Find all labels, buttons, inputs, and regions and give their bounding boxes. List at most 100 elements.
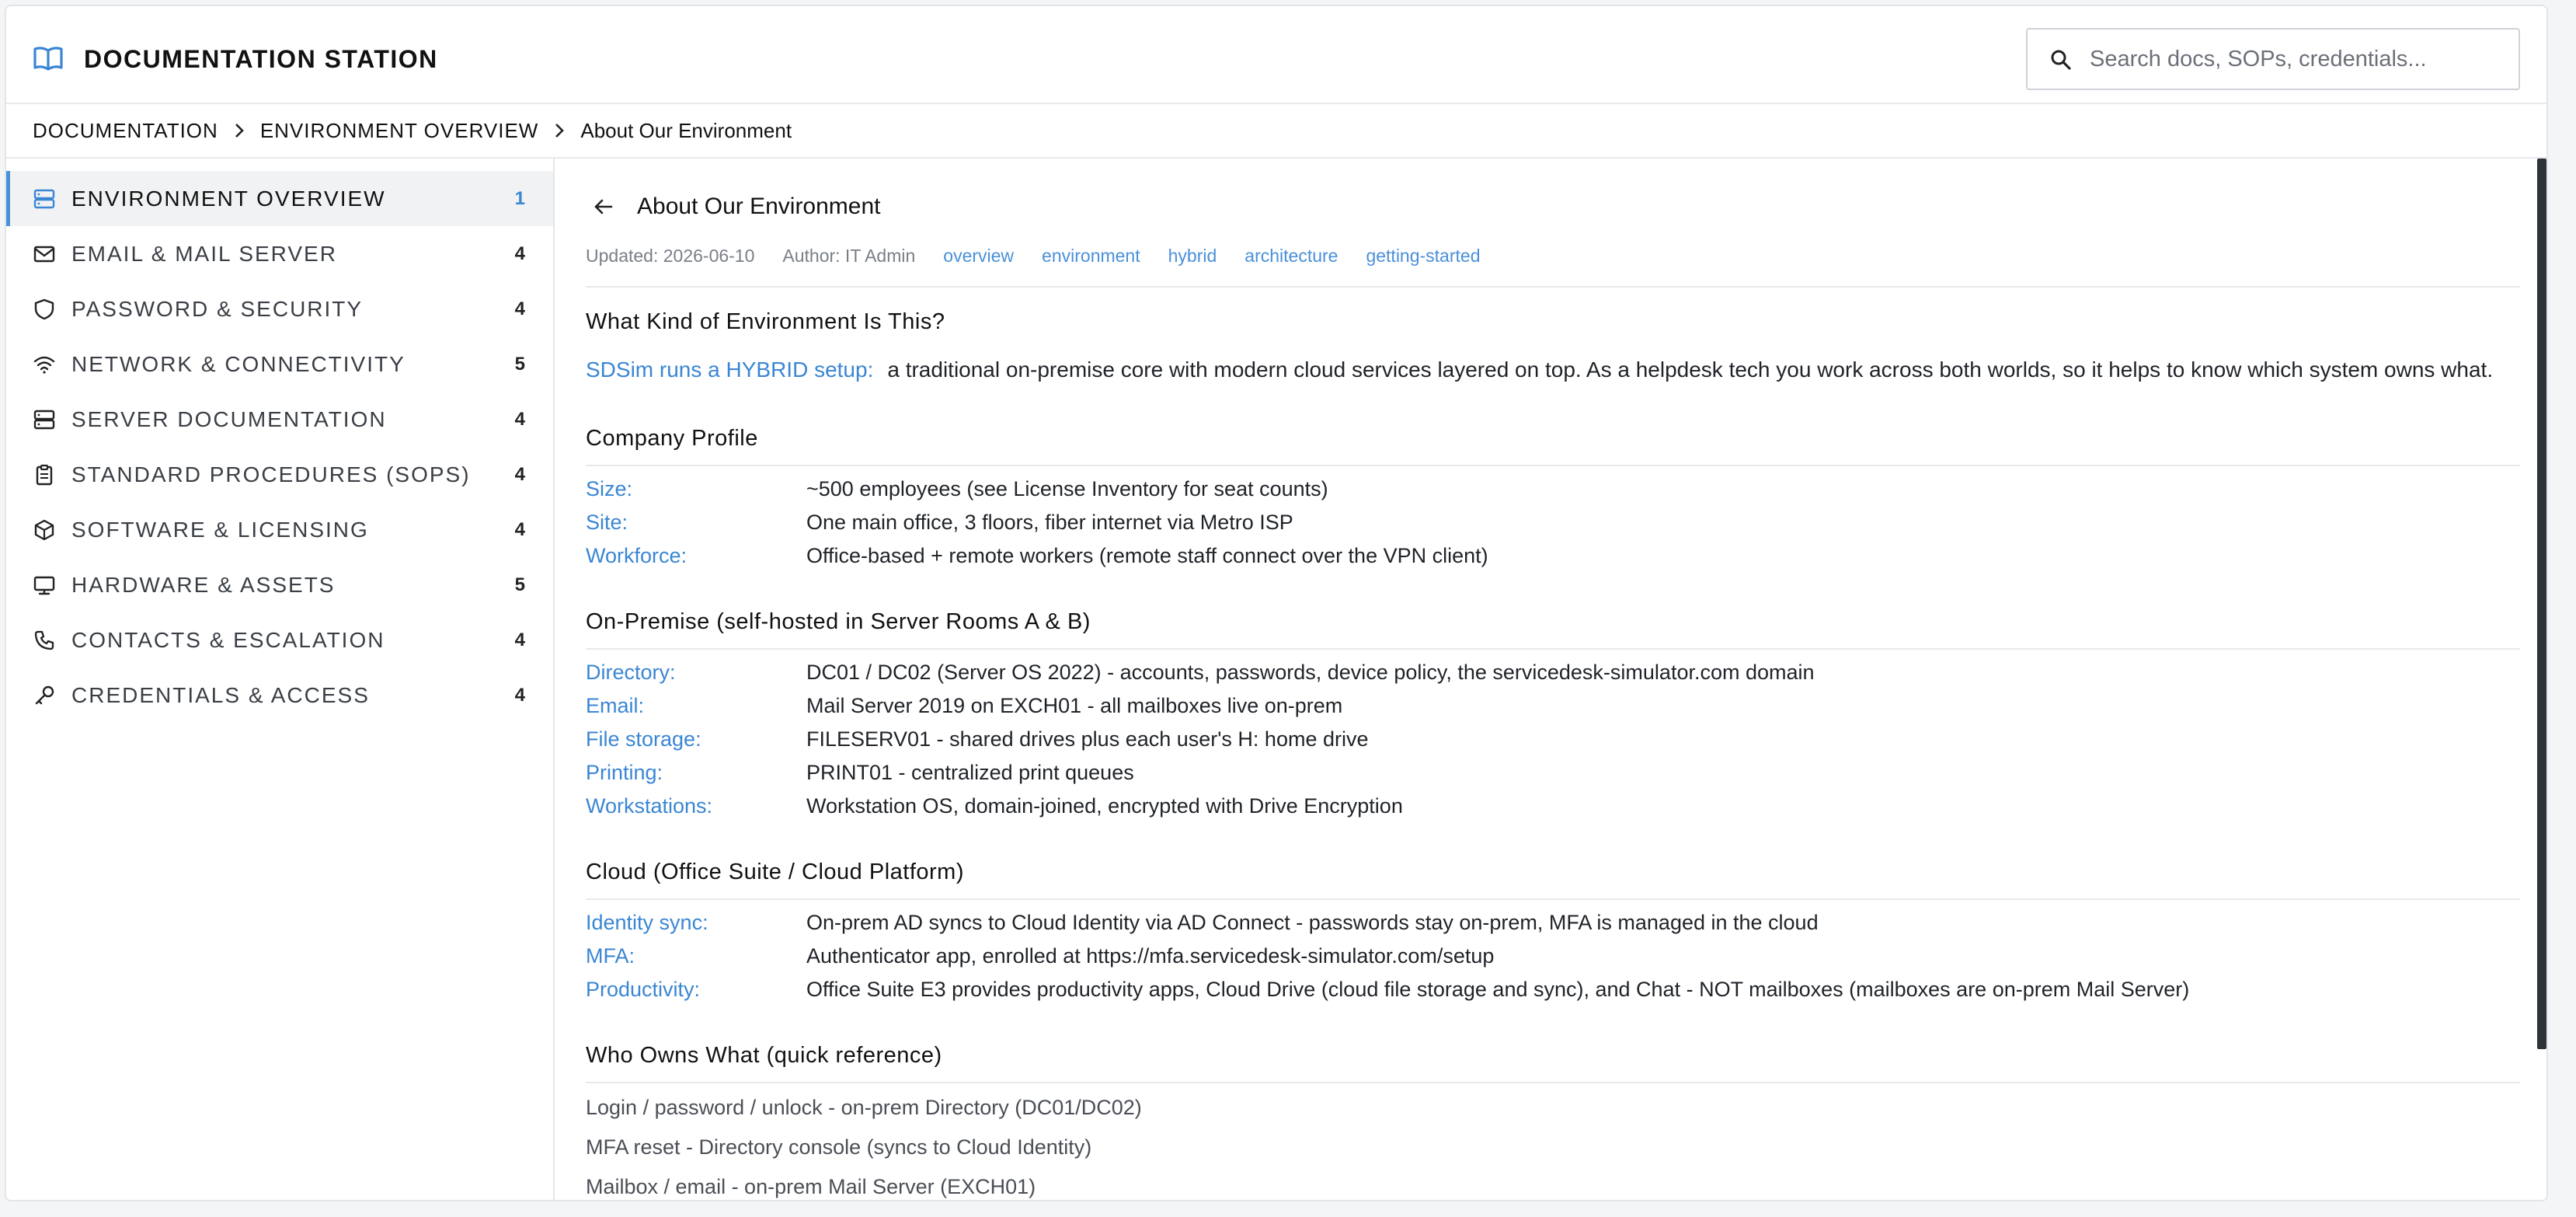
section-title: Cloud (Office Suite / Cloud Platform) <box>586 860 964 884</box>
author: Author: IT Admin <box>782 246 916 266</box>
sidebar-item-count: 5 <box>514 574 525 595</box>
kv-key: Email: <box>586 694 645 717</box>
sidebar-item-software-licensing[interactable]: SOFTWARE & LICENSING 4 <box>6 502 553 557</box>
kv-value: Authenticator app, enrolled at https://m… <box>806 944 1495 968</box>
kv-value: DC01 / DC02 (Server OS 2022) - accounts,… <box>806 661 1815 684</box>
intro-paragraph: SDSim runs a HYBRID setup: a traditional … <box>586 357 2493 382</box>
updated-date: Updated: 2026-06-10 <box>586 246 755 266</box>
kv-value: Mail Server 2019 on EXCH01 - all mailbox… <box>806 694 1343 717</box>
sidebar-item-email-mail-server[interactable]: EMAIL & MAIL SERVER 4 <box>6 226 553 281</box>
breadcrumb-documentation[interactable]: DOCUMENTATION <box>33 119 218 143</box>
kv-key: Productivity: <box>586 978 701 1001</box>
sidebar-item-password-security[interactable]: PASSWORD & SECURITY 4 <box>6 281 553 337</box>
sidebar-item-label: EMAIL & MAIL SERVER <box>71 241 337 266</box>
chevron-right-icon <box>235 124 244 138</box>
breadcrumb-environment-overview[interactable]: ENVIRONMENT OVERVIEW <box>260 119 539 143</box>
kv-value: ~500 employees (see License Inventory fo… <box>806 477 1328 500</box>
section-title: What Kind of Environment Is This? <box>586 309 945 334</box>
sidebar-item-label: CREDENTIALS & ACCESS <box>71 682 370 707</box>
sidebar-item-label: SERVER DOCUMENTATION <box>71 406 387 431</box>
kv-key: Identity sync: <box>586 911 708 934</box>
divider <box>586 898 2520 900</box>
key-icon <box>35 685 54 704</box>
sidebar-item-standard-procedures[interactable]: STANDARD PROCEDURES (SOPS) 4 <box>6 447 553 502</box>
search-input[interactable] <box>2088 40 2508 78</box>
sidebar-item-network-connectivity[interactable]: NETWORK & CONNECTIVITY 5 <box>6 337 553 392</box>
sidebar-item-contacts-escalation[interactable]: CONTACTS & ESCALATION 4 <box>6 612 553 668</box>
section-title: Company Profile <box>586 426 758 451</box>
sidebar-item-label: NETWORK & CONNECTIVITY <box>71 351 406 376</box>
sidebar-item-count: 4 <box>514 518 525 540</box>
document-header: About Our Environment <box>586 190 881 224</box>
clipboard-icon <box>36 464 53 485</box>
app-title: DOCUMENTATION STATION <box>84 45 438 73</box>
sidebar-item-label: ENVIRONMENT OVERVIEW <box>71 186 386 211</box>
document-meta: Updated: 2026-06-10 Author: IT Admin ove… <box>586 246 1508 267</box>
kv-value: Office-based + remote workers (remote st… <box>806 544 1488 567</box>
section-title: Who Owns What (quick reference) <box>586 1043 942 1068</box>
tag[interactable]: architecture <box>1244 246 1338 267</box>
search-box[interactable] <box>2026 28 2520 90</box>
divider <box>586 286 2520 288</box>
wifi-icon <box>33 356 55 374</box>
tag[interactable]: getting-started <box>1366 246 1480 267</box>
kv-value: FILESERV01 - shared drives plus each use… <box>806 727 1369 751</box>
tag[interactable]: environment <box>1042 246 1140 267</box>
intro-text: a traditional on-premise core with moder… <box>887 357 2494 382</box>
top-header: DOCUMENTATION STATION <box>6 6 2546 104</box>
search-icon <box>2051 50 2071 70</box>
app-window: DOCUMENTATION STATION DOCUMENTATION ENVI… <box>5 5 2548 1201</box>
kv-key: Workstations: <box>586 794 713 818</box>
kv-key: Size: <box>586 477 633 500</box>
sidebar-item-label: PASSWORD & SECURITY <box>71 296 364 321</box>
kv-key: Printing: <box>586 761 663 784</box>
tag[interactable]: overview <box>943 246 1014 267</box>
divider <box>586 465 2520 466</box>
kv-value: PRINT01 - centralized print queues <box>806 761 1134 784</box>
sidebar-item-count: 5 <box>514 353 525 375</box>
kv-key: Directory: <box>586 661 676 684</box>
sidebar-item-count: 4 <box>514 408 525 430</box>
sidebar-item-count: 4 <box>514 242 525 264</box>
reference-line: Login / password / unlock - on-prem Dire… <box>586 1096 1142 1119</box>
sidebar-item-credentials-access[interactable]: CREDENTIALS & ACCESS 4 <box>6 668 553 723</box>
sidebar-item-environment-overview[interactable]: ENVIRONMENT OVERVIEW 1 <box>6 171 553 226</box>
breadcrumb: DOCUMENTATION ENVIRONMENT OVERVIEW About… <box>6 104 2546 159</box>
breadcrumb-current-page: About Our Environment <box>580 118 792 142</box>
sidebar-item-count: 4 <box>514 298 525 319</box>
sidebar-item-count: 4 <box>514 463 525 485</box>
sidebar-item-count: 4 <box>514 629 525 650</box>
reference-line: Mailbox / email - on-prem Mail Server (E… <box>586 1175 1036 1198</box>
kv-value: One main office, 3 floors, fiber interne… <box>806 511 1293 534</box>
chevron-right-icon <box>555 124 565 138</box>
kv-value: Workstation OS, domain-joined, encrypted… <box>806 794 1403 818</box>
kv-key: File storage: <box>586 727 701 751</box>
kv-value: Office Suite E3 provides productivity ap… <box>806 978 2190 1001</box>
sidebar: ENVIRONMENT OVERVIEW 1 EMAIL & MAIL SERV… <box>6 159 555 1200</box>
sidebar-item-count: 4 <box>514 684 525 706</box>
package-icon <box>34 519 54 540</box>
divider <box>586 1082 2520 1083</box>
intro-lead: SDSim runs a HYBRID setup: <box>586 357 874 382</box>
sidebar-item-label: STANDARD PROCEDURES (SOPS) <box>71 462 471 486</box>
open-book-icon <box>33 47 63 71</box>
document-title: About Our Environment <box>637 194 881 219</box>
sidebar-item-label: CONTACTS & ESCALATION <box>71 627 385 652</box>
kv-key: Site: <box>586 511 628 534</box>
server-stack-icon <box>33 189 55 208</box>
tag[interactable]: hybrid <box>1168 246 1217 267</box>
arrow-left-icon[interactable] <box>592 195 615 218</box>
server-icon <box>33 410 55 429</box>
kv-value: On-prem AD syncs to Cloud Identity via A… <box>806 911 1819 934</box>
section-title: On-Premise (self-hosted in Server Rooms … <box>586 609 1091 634</box>
scrollbar[interactable] <box>2537 159 2546 1049</box>
sidebar-item-count: 1 <box>514 187 525 209</box>
sidebar-item-hardware-assets[interactable]: HARDWARE & ASSETS 5 <box>6 557 553 612</box>
kv-key: MFA: <box>586 944 635 968</box>
shield-icon <box>34 298 54 319</box>
reference-line: MFA reset - Directory console (syncs to … <box>586 1135 1092 1159</box>
envelope-icon <box>33 246 55 262</box>
sidebar-item-server-documentation[interactable]: SERVER DOCUMENTATION 4 <box>6 392 553 447</box>
divider <box>586 648 2520 650</box>
sidebar-item-label: SOFTWARE & LICENSING <box>71 517 369 542</box>
